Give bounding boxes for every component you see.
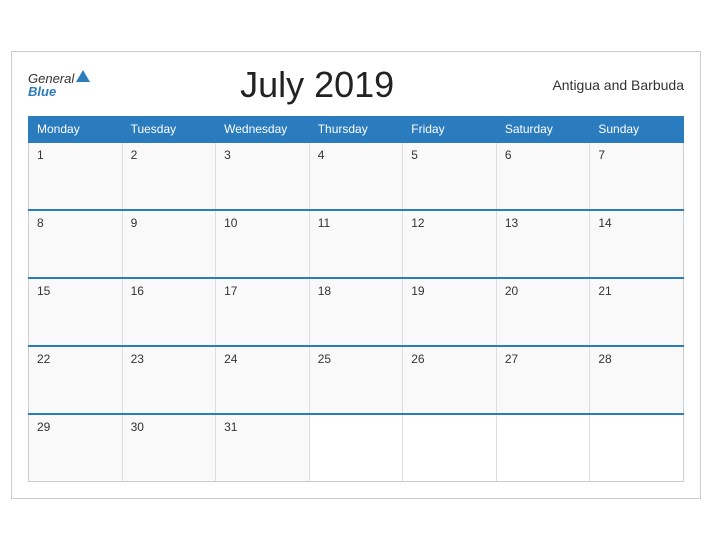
calendar-day-cell: [309, 414, 403, 482]
day-number: 4: [318, 148, 325, 162]
calendar-day-cell: 21: [590, 278, 684, 346]
day-number: 30: [131, 420, 144, 434]
day-number: 26: [411, 352, 424, 366]
logo-general-text: General: [28, 72, 74, 85]
day-number: 14: [598, 216, 611, 230]
calendar-header: General Blue July 2019 Antigua and Barbu…: [28, 64, 684, 106]
calendar-day-cell: 9: [122, 210, 216, 278]
calendar-day-cell: 27: [496, 346, 590, 414]
day-number: 23: [131, 352, 144, 366]
calendar-week-row: 1 2 3 4 5 6 7: [29, 142, 684, 210]
day-number: 20: [505, 284, 518, 298]
calendar-day-cell: 13: [496, 210, 590, 278]
calendar-week-row: 29 30 31: [29, 414, 684, 482]
calendar-day-cell: 26: [403, 346, 497, 414]
day-number: 21: [598, 284, 611, 298]
calendar-day-cell: 15: [29, 278, 123, 346]
day-number: 10: [224, 216, 237, 230]
calendar-day-cell: 28: [590, 346, 684, 414]
day-number: 17: [224, 284, 237, 298]
calendar-day-cell: 1: [29, 142, 123, 210]
calendar-week-row: 15 16 17 18 19 20 21: [29, 278, 684, 346]
weekday-header: Wednesday: [216, 116, 310, 142]
day-number: 15: [37, 284, 50, 298]
day-number: 5: [411, 148, 418, 162]
day-number: 6: [505, 148, 512, 162]
calendar-day-cell: 17: [216, 278, 310, 346]
day-number: 25: [318, 352, 331, 366]
logo: General Blue: [28, 72, 90, 98]
weekday-header: Thursday: [309, 116, 403, 142]
calendar-day-cell: [590, 414, 684, 482]
country-name: Antigua and Barbuda: [544, 77, 684, 93]
day-number: 31: [224, 420, 237, 434]
day-number: 7: [598, 148, 605, 162]
calendar-title: July 2019: [90, 64, 544, 106]
calendar-day-cell: 5: [403, 142, 497, 210]
day-number: 13: [505, 216, 518, 230]
calendar-day-cell: 3: [216, 142, 310, 210]
day-number: 11: [318, 216, 330, 230]
day-number: 9: [131, 216, 138, 230]
calendar-grid: MondayTuesdayWednesdayThursdayFridaySatu…: [28, 116, 684, 483]
calendar-day-cell: 29: [29, 414, 123, 482]
day-number: 18: [318, 284, 331, 298]
day-number: 19: [411, 284, 424, 298]
day-number: 12: [411, 216, 424, 230]
weekday-header: Saturday: [496, 116, 590, 142]
day-number: 27: [505, 352, 518, 366]
calendar-day-cell: [403, 414, 497, 482]
calendar-day-cell: 2: [122, 142, 216, 210]
calendar-day-cell: 8: [29, 210, 123, 278]
weekday-header: Monday: [29, 116, 123, 142]
calendar-week-row: 22 23 24 25 26 27 28: [29, 346, 684, 414]
calendar-day-cell: 20: [496, 278, 590, 346]
calendar-day-cell: 22: [29, 346, 123, 414]
calendar-day-cell: 10: [216, 210, 310, 278]
calendar-day-cell: 12: [403, 210, 497, 278]
calendar-day-cell: 30: [122, 414, 216, 482]
weekday-header: Friday: [403, 116, 497, 142]
day-number: 28: [598, 352, 611, 366]
calendar-day-cell: 14: [590, 210, 684, 278]
day-number: 2: [131, 148, 138, 162]
calendar-week-row: 8 9 10 11 12 13 14: [29, 210, 684, 278]
calendar-day-cell: 6: [496, 142, 590, 210]
day-number: 1: [37, 148, 44, 162]
calendar-day-cell: 31: [216, 414, 310, 482]
calendar-day-cell: 25: [309, 346, 403, 414]
day-number: 16: [131, 284, 144, 298]
day-number: 3: [224, 148, 231, 162]
calendar-container: General Blue July 2019 Antigua and Barbu…: [11, 51, 701, 500]
calendar-day-cell: 11: [309, 210, 403, 278]
weekday-header: Sunday: [590, 116, 684, 142]
calendar-header-row: MondayTuesdayWednesdayThursdayFridaySatu…: [29, 116, 684, 142]
logo-triangle-icon: [76, 70, 90, 82]
calendar-day-cell: 18: [309, 278, 403, 346]
weekday-header: Tuesday: [122, 116, 216, 142]
logo-blue-text: Blue: [28, 85, 90, 98]
calendar-day-cell: 24: [216, 346, 310, 414]
calendar-day-cell: 7: [590, 142, 684, 210]
calendar-day-cell: 16: [122, 278, 216, 346]
calendar-day-cell: 19: [403, 278, 497, 346]
calendar-day-cell: [496, 414, 590, 482]
calendar-day-cell: 4: [309, 142, 403, 210]
day-number: 24: [224, 352, 237, 366]
day-number: 8: [37, 216, 44, 230]
day-number: 29: [37, 420, 50, 434]
day-number: 22: [37, 352, 50, 366]
calendar-day-cell: 23: [122, 346, 216, 414]
